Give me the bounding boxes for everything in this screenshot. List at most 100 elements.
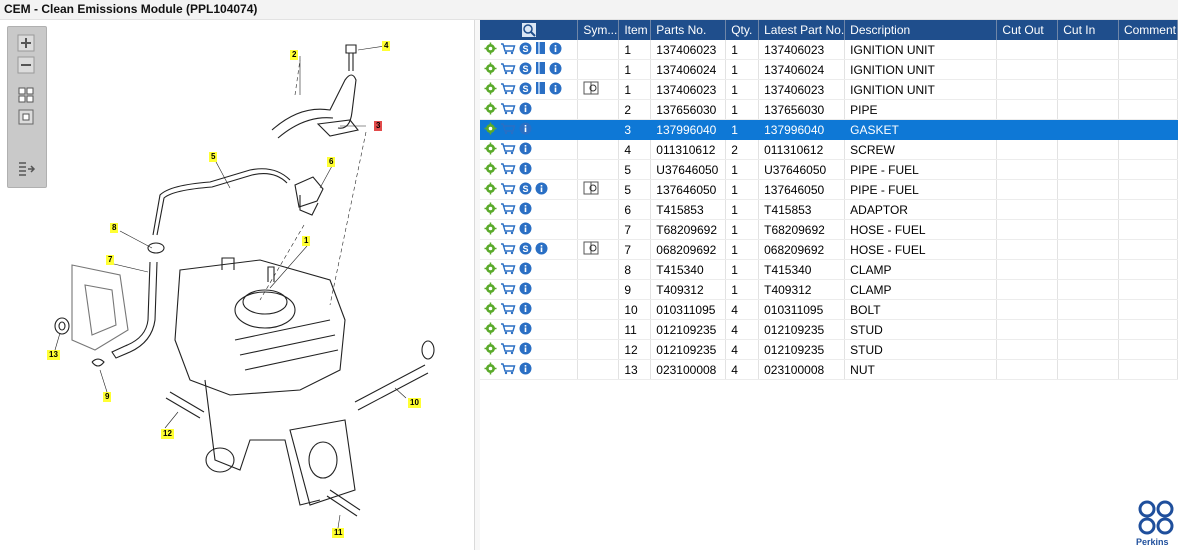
export-list-button[interactable]: [16, 159, 36, 179]
gear-icon[interactable]: [484, 122, 497, 138]
info-icon[interactable]: [519, 362, 532, 378]
cart-icon[interactable]: [500, 342, 516, 358]
column-header-comment[interactable]: Comment: [1118, 20, 1178, 40]
fit-all-button[interactable]: [16, 85, 36, 105]
info-icon[interactable]: [535, 242, 548, 258]
info-icon[interactable]: [519, 122, 532, 138]
callout-7[interactable]: 7: [106, 255, 115, 265]
table-row[interactable]: 4 011310612 2 011310612 SCREW: [480, 139, 1178, 160]
callout-13[interactable]: 13: [47, 350, 60, 360]
search-icon[interactable]: [521, 22, 537, 38]
zoom-in-button[interactable]: [16, 33, 36, 53]
supersession-icon[interactable]: S: [519, 182, 532, 198]
gear-icon[interactable]: [484, 202, 497, 218]
callout-5[interactable]: 5: [209, 152, 218, 162]
cart-icon[interactable]: [500, 182, 516, 198]
info-icon[interactable]: [519, 202, 532, 218]
cart-icon[interactable]: [500, 62, 516, 78]
callout-8[interactable]: 8: [110, 223, 119, 233]
info-icon[interactable]: [535, 182, 548, 198]
gear-icon[interactable]: [484, 162, 497, 178]
gear-icon[interactable]: [484, 362, 497, 378]
gear-icon[interactable]: [484, 342, 497, 358]
table-row[interactable]: 12 012109235 4 012109235 STUD: [480, 339, 1178, 360]
gear-icon[interactable]: [484, 262, 497, 278]
cart-icon[interactable]: [500, 282, 516, 298]
document-symbol-icon[interactable]: [583, 181, 599, 198]
gear-icon[interactable]: [484, 142, 497, 158]
supersession-icon[interactable]: S: [519, 62, 532, 78]
callout-4[interactable]: 4: [382, 41, 391, 51]
column-header-item[interactable]: Item: [618, 20, 652, 40]
book-icon[interactable]: [535, 61, 546, 78]
cart-icon[interactable]: [500, 202, 516, 218]
info-icon[interactable]: [519, 302, 532, 318]
gear-icon[interactable]: [484, 302, 497, 318]
callout-9[interactable]: 9: [103, 392, 112, 402]
table-row[interactable]: 8 T415340 1 T415340 CLAMP: [480, 259, 1178, 280]
exploded-diagram[interactable]: [0, 20, 474, 550]
cart-icon[interactable]: [500, 142, 516, 158]
table-row[interactable]: S 1 137406023 1 137406023 IGNITION UNIT: [480, 79, 1178, 100]
gear-icon[interactable]: [484, 242, 497, 258]
table-row[interactable]: 7 T68209692 1 T68209692 HOSE - FUEL: [480, 219, 1178, 240]
gear-icon[interactable]: [484, 222, 497, 238]
cart-icon[interactable]: [500, 162, 516, 178]
callout-1[interactable]: 1: [302, 236, 311, 246]
table-row[interactable]: 6 T415853 1 T415853 ADAPTOR: [480, 199, 1178, 220]
document-symbol-icon[interactable]: [583, 81, 599, 98]
callout-12[interactable]: 12: [161, 429, 174, 439]
table-row[interactable]: 3 137996040 1 137996040 GASKET: [480, 119, 1178, 140]
gear-icon[interactable]: [484, 82, 497, 98]
info-icon[interactable]: [519, 342, 532, 358]
gear-icon[interactable]: [484, 42, 497, 58]
cart-icon[interactable]: [500, 322, 516, 338]
table-row[interactable]: 5 U37646050 1 U37646050 PIPE - FUEL: [480, 159, 1178, 180]
callout-11[interactable]: 11: [332, 528, 345, 538]
cart-icon[interactable]: [500, 42, 516, 58]
info-icon[interactable]: [519, 262, 532, 278]
info-icon[interactable]: [549, 62, 562, 78]
column-header-actions[interactable]: [480, 20, 579, 40]
column-header-symbol[interactable]: Sym...: [577, 20, 620, 40]
gear-icon[interactable]: [484, 322, 497, 338]
table-row[interactable]: 11 012109235 4 012109235 STUD: [480, 319, 1178, 340]
cart-icon[interactable]: [500, 302, 516, 318]
table-row[interactable]: 10 010311095 4 010311095 BOLT: [480, 299, 1178, 320]
callout-6[interactable]: 6: [327, 157, 336, 167]
info-icon[interactable]: [519, 142, 532, 158]
cart-icon[interactable]: [500, 102, 516, 118]
info-icon[interactable]: [549, 42, 562, 58]
supersession-icon[interactable]: S: [519, 242, 532, 258]
info-icon[interactable]: [519, 322, 532, 338]
supersession-icon[interactable]: S: [519, 42, 532, 58]
info-icon[interactable]: [519, 222, 532, 238]
callout-3[interactable]: 3: [374, 121, 383, 131]
cart-icon[interactable]: [500, 222, 516, 238]
info-icon[interactable]: [519, 102, 532, 118]
column-header-cut-out[interactable]: Cut Out: [996, 20, 1059, 40]
table-row[interactable]: 13 023100008 4 023100008 NUT: [480, 359, 1178, 380]
cart-icon[interactable]: [500, 262, 516, 278]
cart-icon[interactable]: [500, 242, 516, 258]
supersession-icon[interactable]: S: [519, 82, 532, 98]
table-row[interactable]: S 1 137406023 1 137406023 IGNITION UNIT: [480, 40, 1178, 60]
table-row[interactable]: S 1 137406024 1 137406024 IGNITION UNIT: [480, 59, 1178, 80]
document-symbol-icon[interactable]: [583, 241, 599, 258]
gear-icon[interactable]: [484, 62, 497, 78]
info-icon[interactable]: [519, 162, 532, 178]
book-icon[interactable]: [535, 41, 546, 58]
book-icon[interactable]: [535, 81, 546, 98]
column-header-part-no[interactable]: Parts No.: [650, 20, 727, 40]
exploded-diagram-panel[interactable]: 1 2 3 4 5 6 7 8 9 10 11 12 13: [0, 20, 474, 550]
cart-icon[interactable]: [500, 122, 516, 138]
column-header-qty[interactable]: Qty.: [725, 20, 760, 40]
column-header-cut-in[interactable]: Cut In: [1057, 20, 1119, 40]
info-icon[interactable]: [519, 282, 532, 298]
table-row[interactable]: S 5 137646050 1 137646050 PIPE - FUEL: [480, 179, 1178, 200]
gear-icon[interactable]: [484, 182, 497, 198]
table-row[interactable]: S 7 068209692 1 068209692 HOSE - FUEL: [480, 239, 1178, 260]
table-row[interactable]: 2 137656030 1 137656030 PIPE: [480, 99, 1178, 120]
callout-2[interactable]: 2: [290, 50, 299, 60]
column-header-latest-part-no[interactable]: Latest Part No.: [758, 20, 846, 40]
